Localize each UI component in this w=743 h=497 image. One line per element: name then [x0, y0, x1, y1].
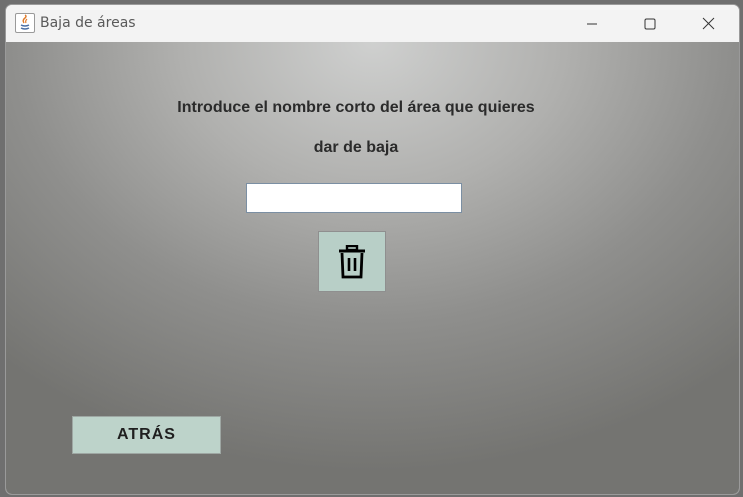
title-bar[interactable]: Baja de áreas — [6, 5, 739, 42]
close-button[interactable] — [679, 5, 737, 42]
maximize-button[interactable] — [621, 5, 679, 42]
window-title: Baja de áreas — [40, 15, 136, 31]
maximize-icon — [644, 18, 656, 29]
back-button[interactable]: ATRÁS — [72, 416, 221, 454]
close-icon — [702, 17, 714, 30]
trash-icon — [339, 244, 365, 278]
delete-button[interactable] — [318, 231, 386, 292]
content-panel: Introduce el nombre corto del área que q… — [6, 42, 739, 494]
app-window: Baja de áreas Introduce el nombre corto … — [5, 4, 740, 495]
minimize-icon — [587, 23, 597, 24]
prompt-text-line1: Introduce el nombre corto del área que q… — [177, 99, 535, 116]
minimize-button[interactable] — [563, 5, 621, 42]
area-name-input[interactable] — [246, 183, 462, 213]
prompt-text-line2: dar de baja — [313, 139, 399, 156]
java-app-icon — [15, 13, 35, 33]
